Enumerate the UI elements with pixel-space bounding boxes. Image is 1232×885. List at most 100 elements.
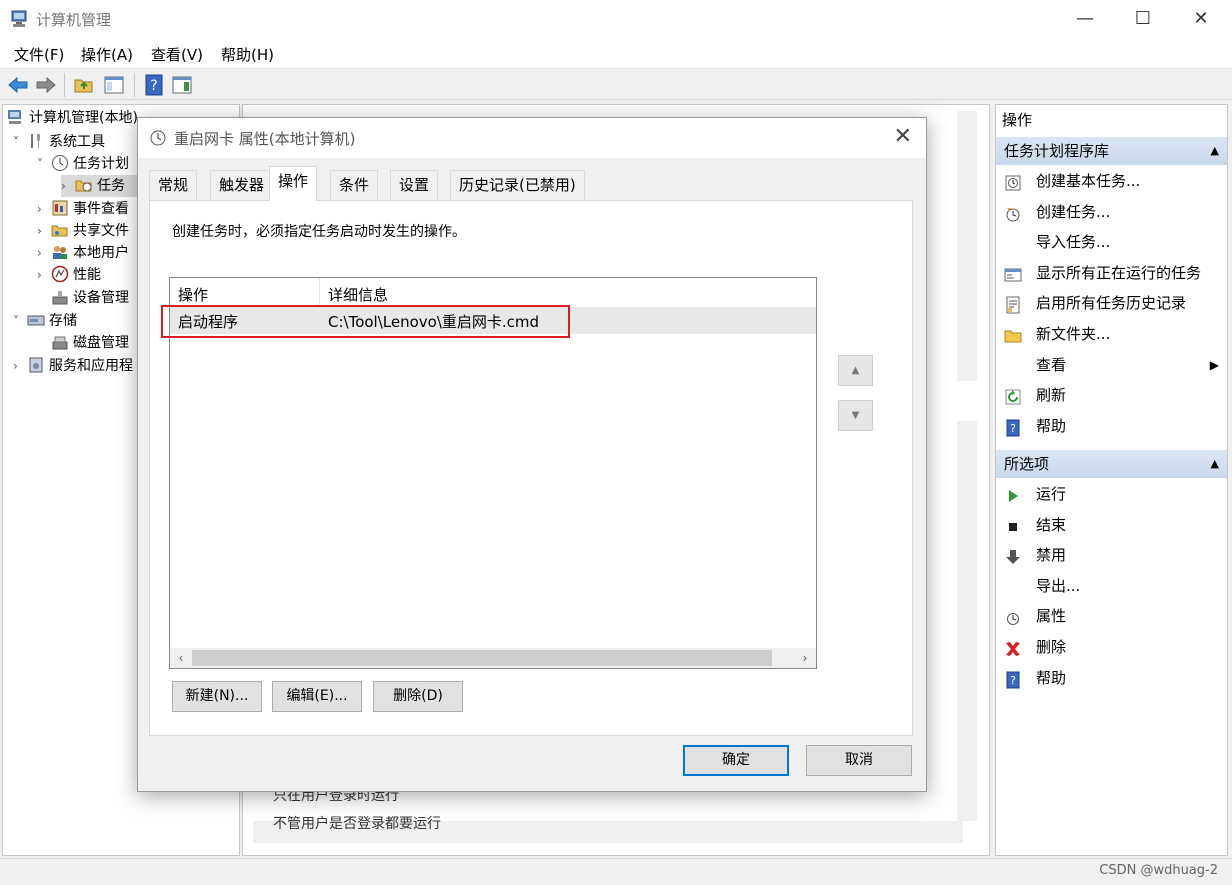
history-icon	[1004, 294, 1022, 314]
tree-item-performance[interactable]: › 性能	[37, 264, 101, 286]
action-item[interactable]: 显示所有正在运行的任务	[996, 258, 1227, 288]
help-icon: ?	[1004, 417, 1022, 437]
action-item[interactable]: ? 帮助	[996, 663, 1227, 693]
tree-item-shared-folders[interactable]: › 共享文件	[37, 220, 129, 242]
folder-icon	[1004, 325, 1022, 343]
tree-item-label: 服务和应用程	[49, 358, 133, 374]
window-title: 计算机管理	[36, 11, 112, 29]
tree-item-disk-management[interactable]: 磁盘管理	[37, 332, 129, 354]
actions-description: 创建任务时，必须指定任务启动时发生的操作。	[172, 224, 466, 240]
scroll-left-icon[interactable]: ‹	[172, 648, 190, 668]
action-item[interactable]: 运行	[996, 479, 1227, 509]
expand-arrow[interactable]: ˅	[13, 310, 27, 332]
show-tree-icon[interactable]	[102, 73, 126, 97]
tab-history[interactable]: 历史记录(已禁用)	[450, 170, 585, 200]
expand-arrow[interactable]: ›	[37, 220, 51, 242]
scrollbar[interactable]	[957, 421, 977, 821]
action-item[interactable]: 创建任务...	[996, 197, 1227, 227]
expand-arrow[interactable]: ›	[37, 242, 51, 264]
scroll-right-icon[interactable]: ›	[796, 648, 814, 668]
scrollbar[interactable]	[957, 111, 977, 381]
status-bar: CSDN @wdhuag-2	[0, 858, 1232, 885]
action-item-label: 帮助	[1036, 416, 1067, 435]
menu-bar: 文件(F) 操作(A) 查看(V) 帮助(H)	[0, 38, 1232, 68]
dialog-title: 重启网卡 属性(本地计算机)	[174, 130, 356, 148]
tab-settings[interactable]: 设置	[390, 170, 439, 200]
users-icon	[53, 246, 67, 259]
scroll-thumb[interactable]	[192, 650, 772, 666]
maximize-button[interactable]: ☐	[1114, 0, 1172, 38]
new-action-button[interactable]: 新建(N)...	[172, 681, 262, 712]
menu-view[interactable]: 查看(V)	[151, 44, 203, 65]
action-item[interactable]: 查看 ▶	[996, 350, 1227, 380]
expand-arrow[interactable]: ›	[37, 198, 51, 220]
tree-root-label: 计算机管理(本地)	[29, 110, 138, 126]
forward-arrow-icon[interactable]	[34, 73, 58, 97]
action-item[interactable]: 新文件夹...	[996, 319, 1227, 349]
help-icon[interactable]: ?	[142, 73, 166, 97]
computer-management-icon	[8, 110, 21, 124]
tree-item-label: 共享文件	[73, 223, 129, 239]
tree-item-task-scheduler[interactable]: ˅ 任务计划	[37, 153, 129, 175]
delete-action-button[interactable]: 删除(D)	[373, 681, 463, 712]
action-item[interactable]: 启用所有任务历史记录	[996, 288, 1227, 318]
expand-arrow[interactable]: ˅	[37, 153, 51, 175]
tab-triggers[interactable]: 触发器	[210, 170, 274, 200]
expand-arrow[interactable]: ›	[37, 264, 51, 286]
collapse-icon[interactable]: ▲	[1211, 450, 1219, 478]
tree-root[interactable]: 计算机管理(本地)	[7, 107, 138, 129]
svg-text:?: ?	[1010, 422, 1016, 435]
column-header-action[interactable]: 操作	[178, 284, 208, 305]
menu-action[interactable]: 操作(A)	[81, 44, 133, 65]
properties-icon	[1004, 607, 1022, 626]
action-item[interactable]: 刷新	[996, 380, 1227, 410]
column-header-details[interactable]: 详细信息	[328, 284, 388, 305]
cancel-button[interactable]: 取消	[806, 745, 912, 776]
tree-item-event-viewer[interactable]: › 事件查看	[37, 198, 129, 220]
tree-item-device-manager[interactable]: 设备管理	[37, 287, 129, 309]
action-item[interactable]: 禁用	[996, 540, 1227, 570]
collapse-icon[interactable]: ▲	[1211, 137, 1219, 165]
move-up-button[interactable]: ▲	[838, 355, 873, 386]
action-item[interactable]: 创建基本任务...	[996, 166, 1227, 196]
tree-item-storage[interactable]: ˅ 存储	[13, 310, 77, 332]
action-item-label: 运行	[1036, 485, 1067, 503]
help-icon: ?	[1004, 669, 1022, 689]
tree-item-system-tools[interactable]: ˅ 系统工具	[13, 131, 105, 153]
expand-arrow[interactable]: ›	[13, 355, 27, 377]
toolbar: ?	[0, 68, 1232, 100]
tab-actions[interactable]: 操作	[269, 166, 318, 201]
minimize-button[interactable]: —	[1056, 0, 1114, 38]
option-run-whether-logged-on[interactable]: 不管用户是否登录都要运行	[273, 813, 441, 833]
expand-arrow[interactable]: ›	[61, 175, 75, 197]
horizontal-scrollbar[interactable]: ‹ ›	[170, 648, 816, 668]
tab-conditions[interactable]: 条件	[330, 170, 379, 200]
back-arrow-icon[interactable]	[6, 73, 30, 97]
action-item[interactable]: 导入任务...	[996, 227, 1227, 257]
section-task-scheduler-library[interactable]: 任务计划程序库 ▲	[996, 137, 1227, 165]
dialog-close-button[interactable]: ✕	[894, 124, 912, 149]
expand-arrow[interactable]: ˅	[13, 131, 27, 153]
show-action-pane-icon[interactable]	[170, 73, 194, 97]
menu-help[interactable]: 帮助(H)	[221, 44, 274, 65]
tree-item-services-apps[interactable]: › 服务和应用程	[13, 355, 133, 377]
action-item[interactable]: 删除	[996, 632, 1227, 662]
action-item[interactable]: 结束	[996, 510, 1227, 540]
move-down-button[interactable]: ▼	[838, 400, 873, 431]
action-item[interactable]: 属性	[996, 601, 1227, 631]
tab-general[interactable]: 常规	[149, 170, 198, 200]
performance-icon	[51, 265, 69, 283]
tree-item-local-users[interactable]: › 本地用户	[37, 242, 129, 264]
action-item[interactable]: ? 帮助	[996, 411, 1227, 441]
menu-file[interactable]: 文件(F)	[14, 44, 64, 65]
edit-action-button[interactable]: 编辑(E)...	[272, 681, 362, 712]
watermark: CSDN @wdhuag-2	[1099, 863, 1218, 878]
ok-button[interactable]: 确定	[683, 745, 789, 776]
section-title: 任务计划程序库	[1004, 142, 1110, 160]
action-item[interactable]: 导出...	[996, 571, 1227, 601]
close-button[interactable]: ✕	[1172, 0, 1230, 38]
action-item-label: 创建任务...	[1036, 202, 1111, 221]
up-folder-icon[interactable]	[72, 73, 96, 97]
computer-management-icon	[11, 10, 27, 27]
section-selected-item[interactable]: 所选项 ▲	[996, 450, 1227, 478]
